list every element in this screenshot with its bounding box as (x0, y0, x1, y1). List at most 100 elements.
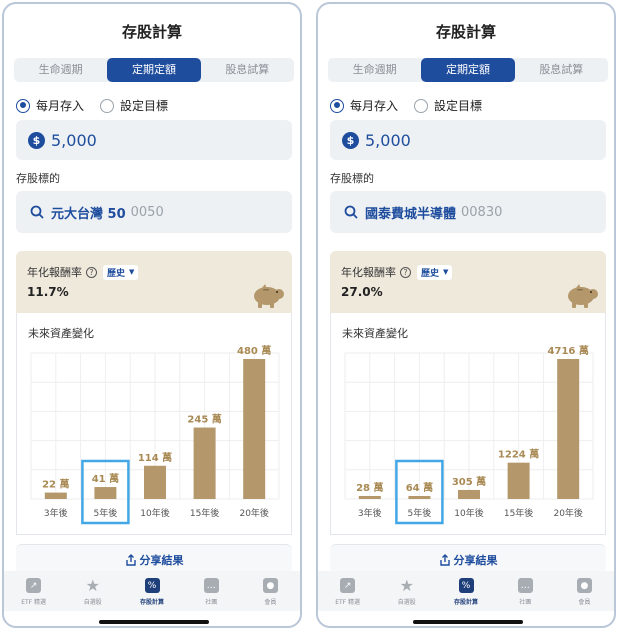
share-label: 分享結果 (453, 553, 498, 567)
x-tick-label: 15年後 (190, 507, 219, 519)
asset-growth-chart: 22 萬 3年後 41 萬 5年後 114 萬 10年後 245 萬 15年後 480 萬 20年… (30, 344, 280, 525)
page-title: 存股計算 (121, 23, 182, 41)
history-label: 歷史 (107, 268, 126, 279)
nav-item-community[interactable]: … 社團 (182, 571, 241, 611)
amount-input[interactable]: $ 5,000 (330, 120, 606, 160)
nav-item-etf[interactable]: ↗ ETF 精選 (4, 571, 63, 611)
star-icon: ★ (85, 576, 100, 595)
percent-icon: % (458, 578, 474, 593)
x-tick-label: 20年後 (553, 507, 582, 519)
radio-monthly-label: 每月存入 (350, 99, 399, 113)
stock-label: 存股標的 (330, 172, 374, 185)
tab-lifecycle[interactable]: 生命週期 (14, 58, 107, 82)
mode-radios: 每月存入 設定目標 (16, 97, 184, 114)
chat-icon: … (203, 578, 219, 593)
amount-value: 5,000 (365, 130, 411, 150)
mode-tabs: 生命週期 定期定額 股息試算 (14, 58, 294, 82)
bar-value-label: 41 萬 (92, 472, 119, 485)
phone-screen-right: 存股計算 生命週期 定期定額 股息試算 每月存入 設定目標 $ 5,000 存股… (316, 2, 616, 628)
chart-bar (144, 465, 166, 499)
x-tick-label: 3年後 (358, 507, 382, 519)
x-tick-label: 10年後 (454, 507, 483, 519)
nav-item-calculator[interactable]: % 存股計算 (436, 571, 495, 611)
share-label: 分享結果 (139, 553, 184, 567)
history-dropdown[interactable]: 歷史 ▼ (417, 264, 453, 280)
return-rate-value: 27.0% (341, 285, 383, 299)
x-tick-label: 20年後 (239, 507, 268, 519)
chart-bar (358, 496, 381, 499)
tab-lifecycle[interactable]: 生命週期 (328, 58, 421, 82)
nav-item-watchlist[interactable]: ★ 自選股 (63, 571, 122, 611)
return-rate-value: 11.7% (27, 285, 69, 299)
tab-regular-investment[interactable]: 定期定額 (421, 58, 515, 82)
nav-item-calculator[interactable]: % 存股計算 (122, 571, 181, 611)
star-icon: ★ (399, 576, 414, 595)
share-icon (439, 553, 450, 566)
bar-value-label: 4716 萬 (548, 344, 589, 357)
chart-bar (458, 489, 480, 499)
percent-icon: % (144, 578, 160, 593)
stock-code: 0050 (130, 204, 164, 220)
return-rate-label: 年化報酬率 (27, 266, 82, 279)
share-button[interactable]: 分享結果 (330, 544, 606, 574)
home-indicator (99, 620, 209, 624)
nav-item-community[interactable]: … 社團 (496, 571, 555, 611)
nav-item-member[interactable]: ● 會員 (241, 571, 300, 611)
nav-item-member[interactable]: ● 會員 (555, 571, 614, 611)
chart-bar (557, 359, 580, 499)
stock-search-field[interactable]: 元大台灣 50 0050 (16, 191, 292, 233)
radio-monthly[interactable]: 每月存入 (330, 97, 398, 114)
x-tick-label: 15年後 (504, 507, 533, 519)
radio-selected-icon (16, 98, 30, 113)
tab-dividend-calc[interactable]: 股息試算 (515, 58, 608, 82)
bar-value-label: 28 萬 (356, 481, 383, 494)
dollar-icon: $ (342, 131, 359, 149)
radio-target-label: 設定目標 (434, 99, 483, 113)
return-rate-panel: 年化報酬率 ? 歷史 ▼ 27.0% (330, 251, 606, 313)
chart-icon: ↗ (340, 578, 356, 593)
history-dropdown[interactable]: 歷史 ▼ (103, 264, 139, 280)
asset-chart-card: 未來資產變化 28 萬 3年後 64 萬 5年後 305 萬 10年後 1224 萬 15年後… (330, 313, 606, 535)
radio-target[interactable]: 設定目標 (100, 97, 168, 114)
x-tick-label: 5年後 (408, 507, 432, 519)
user-icon: ● (576, 578, 592, 593)
radio-monthly[interactable]: 每月存入 (16, 97, 84, 114)
radio-monthly-label: 每月存入 (36, 99, 85, 113)
phone-screen-left: 存股計算 生命週期 定期定額 股息試算 每月存入 設定目標 $ 5,000 存股… (2, 2, 302, 628)
stock-code: 00830 (461, 204, 503, 220)
piggy-bank-icon (254, 284, 284, 308)
radio-target[interactable]: 設定目標 (414, 97, 482, 114)
help-icon[interactable]: ? (86, 266, 97, 278)
radio-unselected-icon (414, 98, 429, 113)
help-icon[interactable]: ? (400, 266, 411, 278)
stock-name: 國泰費城半導體 (365, 206, 457, 222)
x-tick-label: 10年後 (140, 507, 169, 519)
stock-name: 元大台灣 50 (51, 206, 126, 222)
nav-item-watchlist[interactable]: ★ 自選股 (377, 571, 436, 611)
mode-tabs: 生命週期 定期定額 股息試算 (328, 58, 608, 82)
chart-bar (94, 487, 117, 499)
chart-bar (507, 462, 530, 499)
asset-chart-card: 未來資產變化 22 萬 3年後 41 萬 5年後 114 萬 10年後 245 萬 15年後 4… (16, 313, 292, 535)
chat-icon: … (517, 578, 533, 593)
amount-input[interactable]: $ 5,000 (16, 120, 292, 160)
amount-value: 5,000 (51, 130, 97, 150)
stock-search-field[interactable]: 國泰費城半導體 00830 (330, 191, 606, 233)
bar-value-label: 480 萬 (237, 344, 271, 357)
x-tick-label: 5年後 (94, 507, 118, 519)
user-icon: ● (262, 578, 278, 593)
bar-value-label: 64 萬 (406, 481, 433, 494)
asset-growth-chart: 28 萬 3年後 64 萬 5年後 305 萬 10年後 1224 萬 15年後 4716 萬 2… (344, 344, 594, 525)
home-indicator (413, 620, 523, 624)
bar-value-label: 22 萬 (42, 478, 69, 491)
tab-regular-investment[interactable]: 定期定額 (107, 58, 201, 82)
return-rate-label: 年化報酬率 (341, 266, 396, 279)
tab-dividend-calc[interactable]: 股息試算 (201, 58, 294, 82)
share-button[interactable]: 分享結果 (16, 544, 292, 574)
share-icon (125, 553, 136, 566)
x-tick-label: 3年後 (44, 507, 68, 519)
radio-selected-icon (330, 98, 344, 113)
chart-bar (408, 496, 431, 499)
caret-down-icon: ▼ (129, 268, 135, 276)
nav-item-etf[interactable]: ↗ ETF 精選 (318, 571, 377, 611)
